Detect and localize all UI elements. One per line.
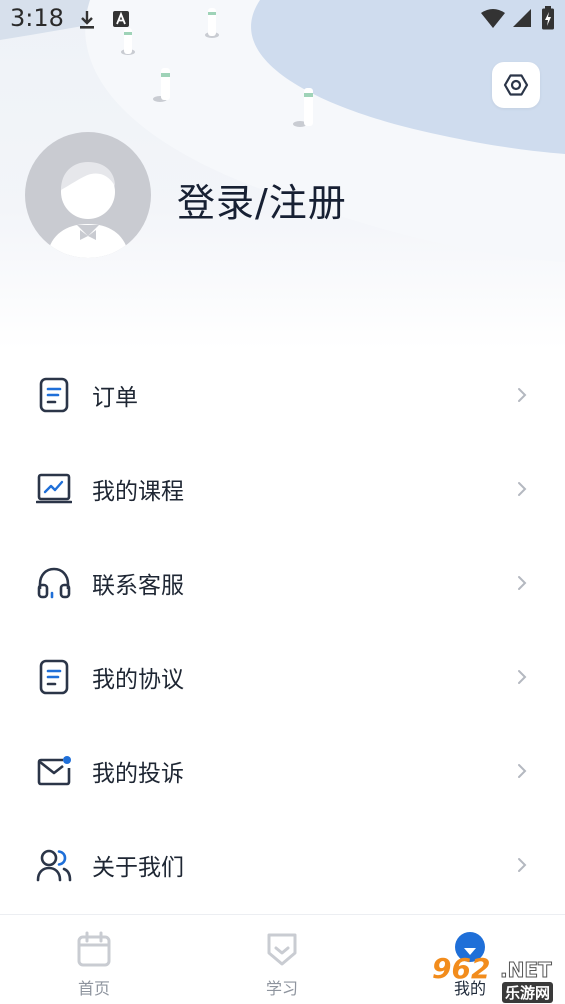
chevron-right-icon — [518, 764, 527, 778]
avatar[interactable] — [25, 132, 151, 258]
menu-item-label: 关于我们 — [92, 855, 184, 881]
menu-item-about-us[interactable]: 关于我们 — [0, 817, 565, 911]
menu-item-my-agreements[interactable]: 我的协议 — [0, 629, 565, 723]
menu-list: 订单 我的课程 联系客服 我的协议 我的投诉 关于我们 — [0, 347, 565, 911]
nav-tab-home[interactable]: 首页 — [0, 915, 188, 1004]
login-register-link[interactable]: 登录/注册 — [177, 172, 347, 227]
watermark-suffix: .NET — [500, 958, 553, 983]
watermark-number: 962 — [432, 952, 491, 985]
menu-item-label: 我的协议 — [92, 667, 184, 693]
download-icon — [80, 11, 94, 29]
a-notification-icon — [113, 11, 129, 27]
headset-icon — [37, 567, 71, 599]
mail-icon — [37, 756, 71, 786]
nav-tab-study[interactable]: 学习 — [188, 915, 376, 1004]
chevron-right-icon — [518, 388, 527, 402]
menu-item-label: 我的课程 — [92, 479, 184, 505]
order-doc-icon — [39, 377, 69, 413]
menu-item-my-courses[interactable]: 我的课程 — [0, 441, 565, 535]
chevron-right-icon — [518, 670, 527, 684]
course-chart-icon — [36, 473, 72, 504]
users-icon — [36, 849, 72, 882]
watermark-sub: 乐游网 — [502, 982, 554, 1003]
chevron-right-icon — [518, 858, 527, 872]
chevron-right-icon — [518, 576, 527, 590]
shield-study-icon — [267, 933, 297, 966]
calendar-home-icon — [77, 931, 111, 967]
status-bar: 3:18 — [0, 0, 565, 38]
menu-item-label: 联系客服 — [92, 573, 184, 599]
agreement-doc-icon — [39, 659, 69, 695]
settings-button[interactable] — [492, 62, 540, 108]
chevron-right-icon — [518, 482, 527, 496]
status-time: 3:18 — [10, 4, 64, 32]
nav-tab-label: 首页 — [77, 979, 110, 998]
settings-hexagon-icon — [503, 74, 529, 96]
menu-item-my-complaints[interactable]: 我的投诉 — [0, 723, 565, 817]
menu-item-customer-service[interactable]: 联系客服 — [0, 535, 565, 629]
menu-item-label: 订单 — [92, 385, 138, 411]
site-watermark: 962 .NET 乐游网 — [428, 952, 565, 1003]
signal-icon — [513, 9, 531, 27]
menu-item-label: 我的投诉 — [92, 761, 184, 787]
menu-item-orders[interactable]: 订单 — [0, 347, 565, 441]
profile-header: 3:18 登录/注册 — [0, 0, 565, 350]
battery-charging-icon — [542, 6, 554, 30]
nav-tab-label: 学习 — [265, 979, 298, 998]
wifi-icon — [481, 9, 505, 28]
default-avatar-icon — [47, 162, 129, 258]
